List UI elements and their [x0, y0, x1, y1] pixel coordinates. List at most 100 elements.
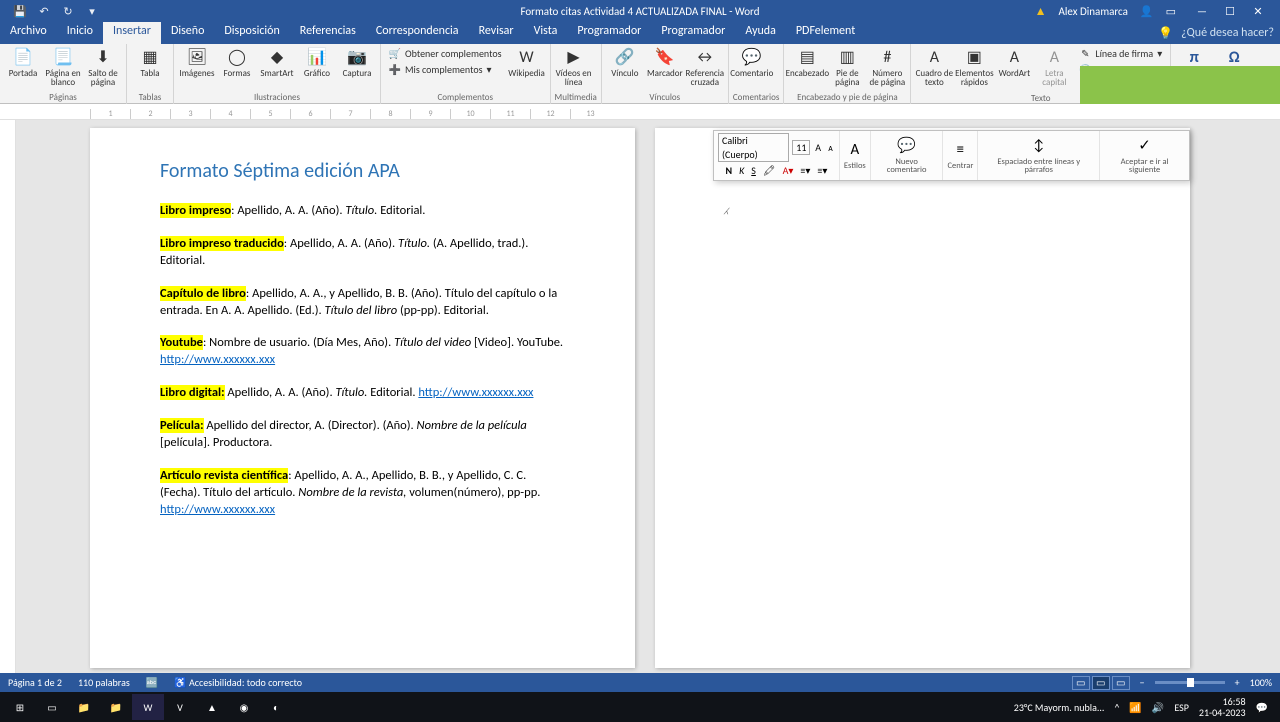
vertical-ruler[interactable]: [0, 120, 16, 673]
estilos-button[interactable]: AEstilos: [840, 131, 871, 180]
taskbar-vlc[interactable]: ▲: [196, 694, 228, 720]
clock[interactable]: 16:5821-04-2023: [1199, 696, 1246, 718]
font-color-button[interactable]: A▾: [781, 164, 796, 178]
smartart-button[interactable]: ◆SmartArt: [258, 46, 296, 78]
highlight-button[interactable]: 🖍: [761, 164, 778, 178]
numbering-button[interactable]: ≡▾: [815, 164, 829, 178]
shrink-font-button[interactable]: ᴀ: [826, 141, 835, 155]
vinculo-button[interactable]: 🔗Vínculo: [606, 46, 644, 78]
underline-button[interactable]: S: [749, 164, 758, 178]
tab-programador[interactable]: Programador: [567, 22, 651, 44]
horizontal-ruler[interactable]: 12345678910111213: [0, 104, 1280, 120]
comentario-button[interactable]: 💬Comentario: [733, 46, 771, 78]
taskbar-chrome[interactable]: ◉: [228, 694, 260, 720]
citation-link[interactable]: http://www.xxxxxx.xxx: [160, 502, 275, 517]
page-2[interactable]: Calibri (Cuerpo) 11 A ᴀ N K S 🖍 A▾ ≡▾ ≡▾…: [655, 128, 1190, 668]
cuadro-texto-button[interactable]: ACuadro de texto: [915, 46, 953, 88]
font-select[interactable]: Calibri (Cuerpo): [718, 133, 789, 162]
qat-dropdown[interactable]: ▾: [80, 0, 104, 22]
start-button[interactable]: ⊞: [4, 694, 36, 720]
taskbar-app-4[interactable]: ◐: [260, 694, 292, 720]
aceptar-button[interactable]: ✓Aceptar e ir al siguiente: [1100, 131, 1189, 180]
letra-capital-button[interactable]: ALetra capital: [1035, 46, 1073, 88]
tab-pdfelement[interactable]: PDFelement: [786, 22, 865, 44]
print-layout-button[interactable]: ▭: [1092, 676, 1110, 690]
nuevo-comentario-button[interactable]: 💬Nuevo comentario: [871, 131, 944, 180]
read-mode-button[interactable]: ▭: [1072, 676, 1090, 690]
pictures-icon: 🖼: [187, 48, 207, 68]
word-count[interactable]: 110 palabras: [78, 676, 130, 689]
wikipedia-button[interactable]: WWikipedia: [508, 46, 546, 78]
grow-font-button[interactable]: A: [813, 141, 823, 155]
volume-icon[interactable]: 🔊: [1152, 701, 1164, 714]
tab-vista[interactable]: Vista: [524, 22, 568, 44]
zoom-slider[interactable]: [1155, 681, 1225, 684]
zoom-level[interactable]: 100%: [1250, 676, 1272, 689]
redo-button[interactable]: ↻: [56, 0, 80, 22]
referencia-cruzada-button[interactable]: ↔Referencia cruzada: [686, 46, 724, 88]
close-button[interactable]: ✕: [1244, 0, 1272, 22]
pagina-blanco-button[interactable]: 📃Página en blanco: [44, 46, 82, 88]
language-indicator[interactable]: ESP: [1174, 701, 1189, 714]
taskbar-app-1[interactable]: 📁: [68, 694, 100, 720]
maximize-button[interactable]: ☐: [1216, 0, 1244, 22]
spellcheck-icon[interactable]: 🔤: [146, 676, 158, 689]
tell-me-input[interactable]: ¿Qué desea hacer?: [1181, 26, 1274, 40]
tab-revisar[interactable]: Revisar: [469, 22, 524, 44]
grafico-button[interactable]: 📊Gráfico: [298, 46, 336, 78]
page-indicator[interactable]: Página 1 de 2: [8, 676, 62, 689]
taskbar-word[interactable]: W: [132, 694, 164, 720]
centrar-button[interactable]: ≡Centrar: [943, 131, 978, 180]
citation-link[interactable]: http://www.xxxxxx.xxx: [160, 352, 275, 367]
web-layout-button[interactable]: ▭: [1112, 676, 1130, 690]
numero-pagina-button[interactable]: #Número de página: [868, 46, 906, 88]
tab-diseno[interactable]: Diseño: [161, 22, 214, 44]
bullets-button[interactable]: ≡▾: [798, 164, 812, 178]
videos-button[interactable]: ▶Vídeos en línea: [555, 46, 593, 88]
tray-chevron-icon[interactable]: ^: [1114, 701, 1119, 714]
elementos-rapidos-button[interactable]: ▣Elementos rápidos: [955, 46, 993, 88]
tab-ayuda[interactable]: Ayuda: [735, 22, 786, 44]
tabla-button[interactable]: ▦Tabla: [131, 46, 169, 78]
tab-programador2[interactable]: Programador: [651, 22, 735, 44]
save-button[interactable]: 💾: [8, 0, 32, 22]
zoom-out-button[interactable]: −: [1140, 676, 1145, 689]
weather-widget[interactable]: 23°C Mayorm. nubla...: [1014, 701, 1105, 714]
tab-insertar[interactable]: Insertar: [103, 22, 161, 44]
espaciado-button[interactable]: ↕Espaciado entre líneas y párrafos: [978, 131, 1100, 180]
undo-button[interactable]: ↶: [32, 0, 56, 22]
simbolo-button[interactable]: Ω: [1215, 46, 1253, 68]
tab-archivo[interactable]: Archivo: [0, 22, 57, 44]
tab-correspondencia[interactable]: Correspondencia: [366, 22, 469, 44]
tab-disposicion[interactable]: Disposición: [214, 22, 289, 44]
zoom-in-button[interactable]: +: [1235, 676, 1240, 689]
tab-referencias[interactable]: Referencias: [290, 22, 366, 44]
marcador-button[interactable]: 🔖Marcador: [646, 46, 684, 78]
network-icon[interactable]: 📶: [1129, 701, 1141, 714]
notifications-icon[interactable]: 💬: [1256, 701, 1268, 714]
taskbar-app-3[interactable]: V: [164, 694, 196, 720]
pie-pagina-button[interactable]: ▥Pie de página: [828, 46, 866, 88]
tab-inicio[interactable]: Inicio: [57, 22, 103, 44]
obtener-complementos-button[interactable]: 🛒Obtener complementos: [385, 46, 506, 61]
portada-button[interactable]: 📄Portada: [4, 46, 42, 78]
encabezado-button[interactable]: ▤Encabezado: [788, 46, 826, 78]
imagenes-button[interactable]: 🖼Imágenes: [178, 46, 216, 78]
salto-pagina-button[interactable]: ⬇Salto de página: [84, 46, 122, 88]
linea-firma-button[interactable]: ✎Línea de firma▾: [1075, 46, 1166, 61]
avatar-icon[interactable]: 👤: [1140, 5, 1154, 18]
task-view-button[interactable]: ▭: [36, 694, 68, 720]
mis-complementos-button[interactable]: ➕Mis complementos▾: [385, 62, 506, 77]
font-size[interactable]: 11: [792, 140, 810, 156]
page-1[interactable]: Formato Séptima edición APA Libro impres…: [90, 128, 635, 668]
a11y-status[interactable]: ♿ Accesibilidad: todo correcto: [174, 676, 302, 689]
wordart-button[interactable]: AWordArt: [995, 46, 1033, 78]
taskbar-app-2[interactable]: 📁: [100, 694, 132, 720]
citation-link[interactable]: http://www.xxxxxx.xxx: [418, 385, 533, 400]
formas-button[interactable]: ◯Formas: [218, 46, 256, 78]
italic-button[interactable]: K: [737, 164, 746, 178]
minimize-button[interactable]: —: [1188, 0, 1216, 22]
captura-button[interactable]: 📷Captura: [338, 46, 376, 78]
ribbon-options-icon[interactable]: ▭: [1166, 5, 1176, 18]
bold-button[interactable]: N: [723, 164, 734, 178]
